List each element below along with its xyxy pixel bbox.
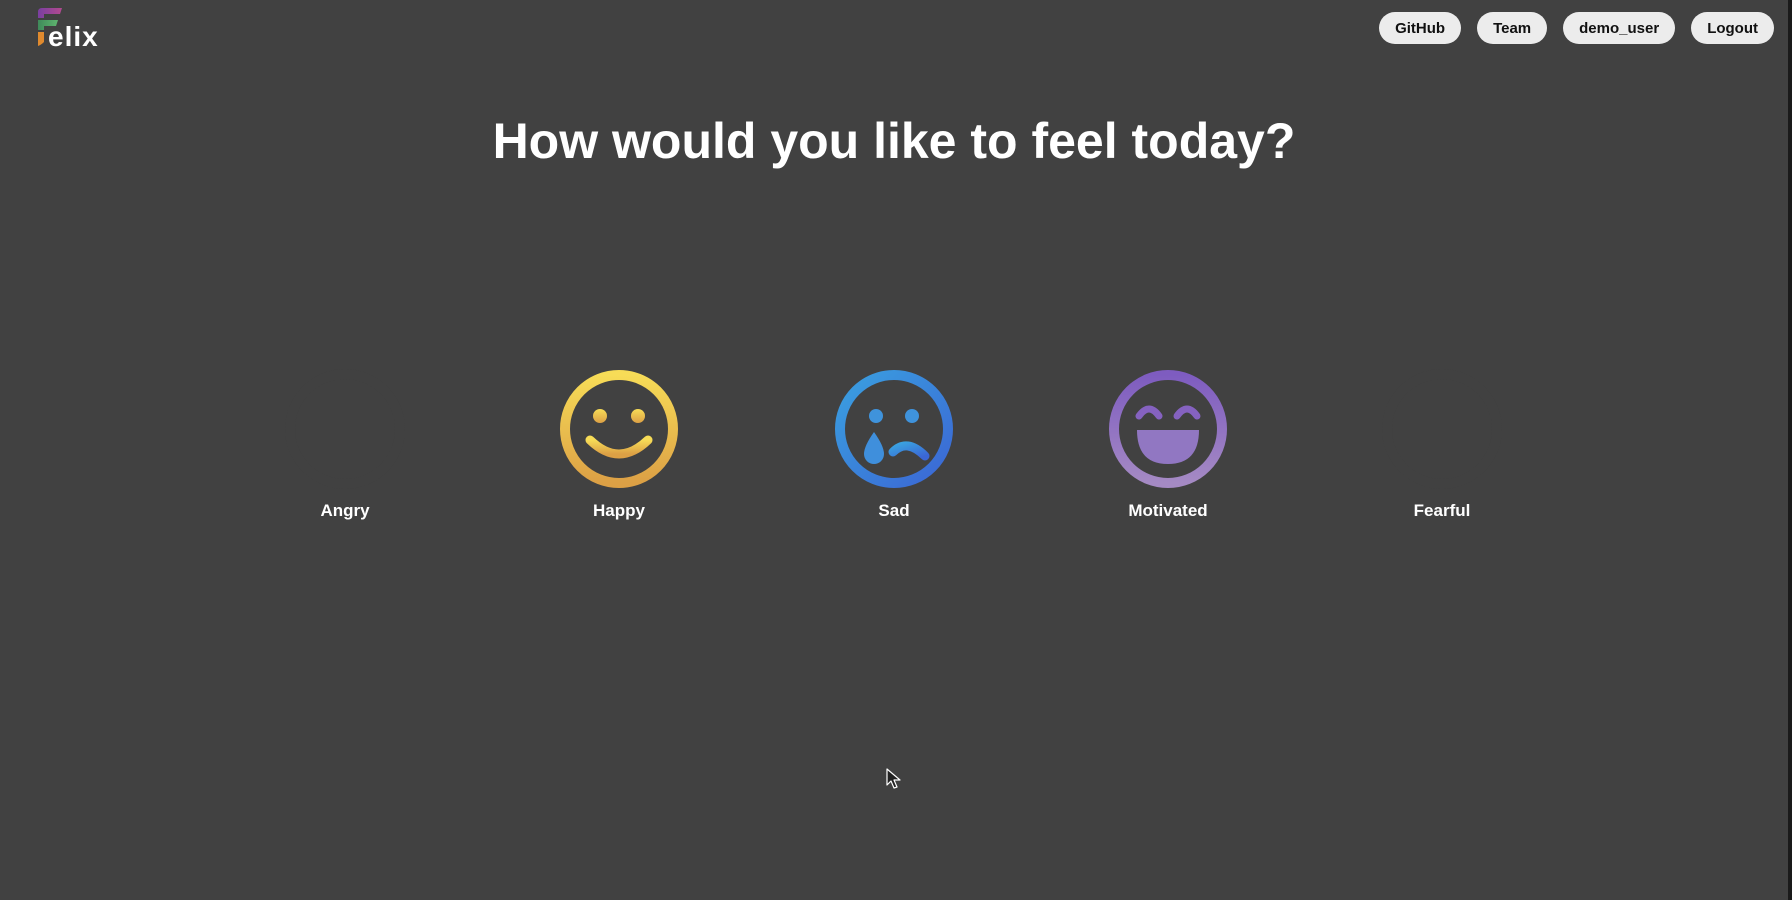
page-title: How would you like to feel today? — [492, 113, 1296, 169]
fearful-face-icon — [1382, 369, 1502, 489]
page-background: elix GitHub Team demo_user Logout How wo… — [0, 0, 1788, 900]
github-button[interactable]: GitHub — [1379, 12, 1462, 44]
smile-face-icon — [560, 370, 678, 488]
mood-label: Sad — [878, 501, 910, 520]
mood-label: Happy — [593, 501, 645, 520]
logo-wordmark: elix — [48, 21, 99, 52]
mood-label: Motivated — [1128, 501, 1208, 520]
mood-label: Angry — [320, 501, 370, 520]
mouse-pointer-icon — [886, 768, 901, 789]
mood-option-angry[interactable]: Angry — [255, 366, 435, 526]
top-nav: GitHub Team demo_user Logout — [1379, 12, 1774, 44]
felix-logo[interactable]: elix — [36, 8, 106, 52]
mood-option-motivated[interactable]: Motivated — [1078, 366, 1258, 526]
window-edge — [1788, 0, 1792, 900]
mood-option-happy[interactable]: Happy — [529, 366, 709, 526]
mood-label: Fearful — [1413, 501, 1471, 520]
team-button[interactable]: Team — [1477, 12, 1548, 44]
mood-option-sad[interactable]: Sad — [804, 366, 984, 526]
user-menu-button[interactable]: demo_user — [1563, 12, 1676, 44]
angry-face-icon — [285, 369, 405, 489]
mood-selector: Angry Happy Sad Motivated Fearful — [0, 366, 1788, 526]
crying-face-icon — [835, 370, 953, 488]
grin-face-icon — [1109, 370, 1227, 488]
mood-option-fearful[interactable]: Fearful — [1352, 366, 1532, 526]
logout-button[interactable]: Logout — [1691, 12, 1774, 44]
